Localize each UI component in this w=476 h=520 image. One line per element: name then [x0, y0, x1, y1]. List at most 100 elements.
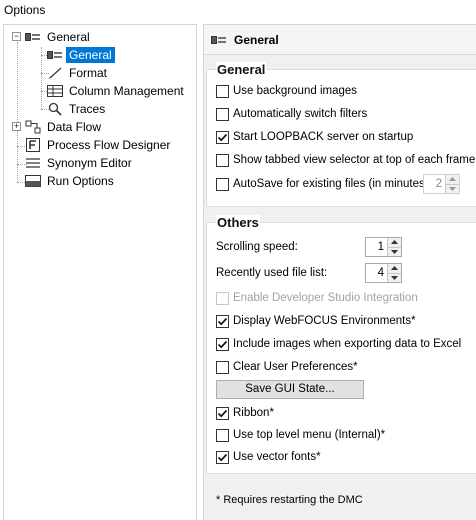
checkbox-box[interactable]: [216, 360, 229, 374]
window-title: Options: [4, 3, 46, 17]
panel-title: General: [234, 32, 279, 47]
tree-item-process-flow-designer[interactable]: Process Flow Designer: [24, 136, 173, 154]
settings-panel: General General Use background images Au…: [203, 24, 476, 520]
checkbox-label: Use vector fonts*: [233, 451, 321, 463]
checkbox-label: Enable Developer Studio Integration: [233, 292, 418, 304]
checkbox-box[interactable]: [216, 428, 229, 442]
checkbox-label: Automatically switch filters: [233, 108, 368, 120]
checkmark-icon: [217, 340, 228, 348]
panel-header: General: [204, 25, 476, 55]
use-background-images-checkbox[interactable]: Use background images: [216, 82, 357, 100]
auto-switch-filters-checkbox[interactable]: Automatically switch filters: [216, 105, 367, 123]
checkbox-label: Show tabbed view selector at top of each…: [233, 154, 476, 166]
general-group: General Use background images Automatica…: [206, 62, 476, 207]
ribbon-checkbox[interactable]: Ribbon*: [216, 404, 274, 422]
settings-list-icon: [46, 47, 64, 63]
spin-up-button[interactable]: [388, 264, 401, 273]
tree-item-run-options[interactable]: Run Options: [24, 172, 117, 190]
tree-item-general-root[interactable]: General: [24, 28, 93, 46]
tree-label: General: [47, 30, 90, 44]
checkbox-label: Start LOOPBACK server on startup: [233, 131, 414, 143]
checkbox-label: Clear User Preferences*: [233, 361, 358, 373]
checkmark-icon: [217, 133, 228, 141]
process-flow-icon: [24, 137, 42, 153]
restart-footnote: * Requires restarting the DMC: [216, 494, 363, 506]
run-window-icon: [24, 173, 42, 189]
developer-studio-checkbox[interactable]: Enable Developer Studio Integration: [216, 289, 418, 307]
checkmark-icon: [217, 453, 228, 461]
spin-up-button[interactable]: [388, 238, 401, 247]
spin-up-button[interactable]: [446, 175, 459, 184]
spinner-value: 4: [377, 267, 384, 279]
display-webfocus-checkbox[interactable]: Display WebFOCUS Environments*: [216, 312, 416, 330]
arrow-up-icon: [391, 266, 398, 271]
scrolling-speed-label: Scrolling speed:: [216, 238, 298, 256]
tree-label: Synonym Editor: [47, 156, 132, 170]
checkmark-icon: [217, 409, 228, 417]
tabbed-view-selector-checkbox[interactable]: Show tabbed view selector at top of each…: [216, 151, 475, 169]
field-label: Scrolling speed:: [216, 241, 298, 253]
start-loopback-checkbox[interactable]: Start LOOPBACK server on startup: [216, 128, 413, 146]
checkbox-box[interactable]: [216, 450, 229, 464]
tree-item-format[interactable]: Format: [46, 64, 110, 82]
arrow-down-icon: [449, 186, 456, 191]
include-images-checkbox[interactable]: Include images when exporting data to Ex…: [216, 335, 461, 353]
recent-files-spinner[interactable]: 4: [365, 263, 402, 283]
checkbox-box[interactable]: [216, 153, 229, 167]
vector-fonts-checkbox[interactable]: Use vector fonts*: [216, 448, 321, 466]
checkbox-box[interactable]: [216, 84, 229, 98]
magnifier-icon: [46, 101, 64, 117]
arrow-down-icon: [391, 275, 398, 280]
checkbox-label: Use top level menu (Internal)*: [233, 429, 386, 441]
checkbox-box[interactable]: [216, 107, 229, 121]
settings-list-icon: [210, 32, 228, 48]
checkbox-label: AutoSave for existing files (in minutes)…: [233, 178, 432, 190]
brush-icon: [46, 65, 64, 81]
spinner-value: 1: [377, 241, 384, 253]
checkbox-label: Ribbon*: [233, 407, 274, 419]
scrolling-speed-spinner[interactable]: 1: [365, 237, 402, 257]
spinner-value: 2: [435, 178, 442, 190]
data-flow-icon: [24, 119, 42, 135]
checkbox-box[interactable]: [216, 406, 229, 420]
settings-list-icon: [24, 29, 42, 45]
checkbox-box[interactable]: [216, 314, 229, 328]
checkbox-label: Use background images: [233, 85, 358, 97]
spin-down-button[interactable]: [388, 246, 401, 256]
tree-item-synonym-editor[interactable]: Synonym Editor: [24, 154, 135, 172]
clear-prefs-checkbox[interactable]: Clear User Preferences*: [216, 358, 358, 376]
checkbox-label: Include images when exporting data to Ex…: [233, 338, 462, 350]
arrow-down-icon: [391, 249, 398, 254]
arrow-up-icon: [391, 240, 398, 245]
others-group: Others Scrolling speed: 1 Recently used …: [206, 215, 476, 474]
autosave-minutes-spinner[interactable]: 2: [423, 174, 460, 194]
tree-label: Traces: [69, 102, 106, 116]
checkbox-box[interactable]: [216, 130, 229, 144]
autosave-checkbox[interactable]: AutoSave for existing files (in minutes)…: [216, 175, 432, 193]
checkmark-icon: [217, 317, 228, 325]
others-group-title: Others: [216, 215, 260, 230]
tree-label: Data Flow: [47, 120, 102, 134]
tree-label: General: [66, 47, 115, 63]
tree-label: Process Flow Designer: [47, 138, 171, 152]
checkbox-box[interactable]: [216, 337, 229, 351]
top-level-menu-checkbox[interactable]: Use top level menu (Internal)*: [216, 426, 385, 444]
tree-item-column-management[interactable]: Column Management: [46, 82, 187, 100]
tree-label: Column Management: [69, 84, 184, 98]
options-tree[interactable]: − General General Format Column Manageme…: [3, 24, 197, 520]
grid-icon: [46, 83, 64, 99]
expand-data-flow-expander[interactable]: +: [12, 122, 21, 131]
tree-item-traces[interactable]: Traces: [46, 100, 108, 118]
collapse-general-expander[interactable]: −: [12, 32, 21, 41]
checkbox-box[interactable]: [216, 291, 229, 305]
spin-down-button[interactable]: [446, 183, 459, 193]
tree-item-data-flow[interactable]: Data Flow: [24, 118, 104, 136]
checkbox-box[interactable]: [216, 177, 229, 191]
spin-down-button[interactable]: [388, 272, 401, 282]
field-label: Recently used file list:: [216, 267, 328, 279]
arrow-up-icon: [449, 177, 456, 182]
tree-item-general[interactable]: General: [46, 46, 115, 64]
general-group-title: General: [216, 62, 267, 77]
checkbox-label: Display WebFOCUS Environments*: [233, 315, 416, 327]
save-gui-state-button[interactable]: Save GUI State...: [216, 380, 364, 399]
